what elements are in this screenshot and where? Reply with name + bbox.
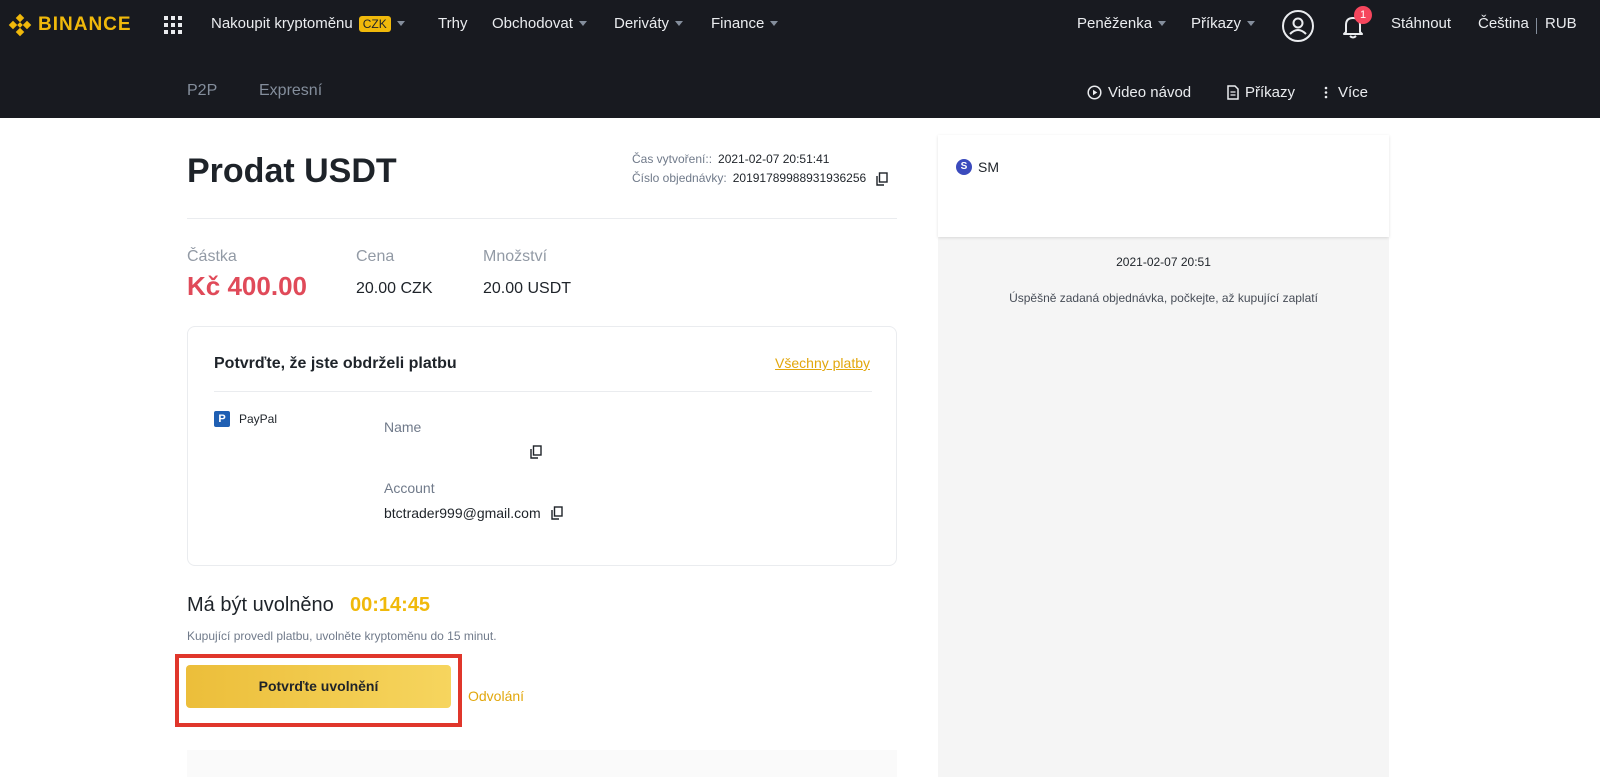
nav-derivatives[interactable]: Deriváty: [614, 15, 684, 32]
nav-wallet-label: Peněženka: [1077, 15, 1153, 32]
video-guide-label: Video návod: [1108, 84, 1192, 101]
bottom-section: [187, 750, 897, 777]
created-row: Čas vytvoření:: 2021-02-07 20:51:41: [632, 150, 888, 169]
more-menu[interactable]: Více: [1320, 84, 1368, 101]
nav-download-label: Stáhnout: [1391, 15, 1452, 32]
binance-logo-icon: [8, 13, 32, 37]
top-nav: BINANCE Nakoupit kryptoměnu CZK Trhy Obc…: [0, 0, 1600, 52]
nav-currency-label: RUB: [1545, 15, 1577, 32]
user-avatar-icon[interactable]: [1282, 10, 1314, 42]
nav-currency[interactable]: RUB: [1545, 15, 1577, 32]
chevron-down-icon: [770, 21, 779, 26]
name-label: Name: [384, 419, 422, 435]
nav-trade-label: Obchodovat: [492, 15, 573, 32]
account-value: btctrader999@gmail.com: [384, 505, 541, 521]
chevron-down-icon: [1247, 21, 1256, 26]
chevron-down-icon: [578, 21, 587, 26]
account-value-row: btctrader999@gmail.com: [384, 505, 563, 521]
notification-count-badge: 1: [1354, 6, 1372, 24]
chat-header: S SM: [938, 135, 1389, 237]
release-hint: Kupující provedl platbu, uvolněte krypto…: [187, 629, 497, 643]
orders-link-label: Příkazy: [1245, 84, 1296, 101]
amount-value: Kč 400.00: [187, 271, 307, 301]
nav-orders[interactable]: Příkazy: [1191, 15, 1256, 32]
created-label: Čas vytvoření::: [632, 152, 713, 166]
price-label: Cena: [356, 248, 395, 265]
nav-orders-label: Příkazy: [1191, 15, 1242, 32]
all-payments-link[interactable]: Všechny platby: [775, 355, 870, 371]
order-number-label: Číslo objednávky:: [632, 171, 727, 185]
payment-method-label: PayPal: [239, 412, 278, 426]
chat-timestamp: 2021-02-07 20:51: [1116, 255, 1211, 269]
more-menu-label: Více: [1338, 84, 1369, 101]
payment-card: Potvrďte, že jste obdrželi platbu Všechn…: [187, 326, 897, 566]
document-icon: [1227, 85, 1239, 100]
nav-buy-crypto-label: Nakoupit kryptoměnu: [211, 15, 353, 32]
chevron-down-icon: [396, 21, 405, 26]
tab-p2p[interactable]: P2P: [187, 82, 217, 100]
nav-language-label: Čeština: [1478, 15, 1529, 32]
nav-buy-crypto[interactable]: Nakoupit kryptoměnu CZK: [211, 15, 405, 32]
nav-wallet[interactable]: Peněženka: [1077, 15, 1167, 32]
payment-method[interactable]: P PayPal: [214, 411, 277, 427]
binance-logo[interactable]: BINANCE: [8, 12, 132, 38]
nav-markets-label: Trhy: [438, 15, 468, 32]
payment-title: Potvrďte, že jste obdrželi platbu: [214, 355, 457, 372]
countdown-timer: 00:14:45: [350, 594, 431, 616]
nav-derivatives-label: Deriváty: [614, 15, 670, 32]
price-value: 20.00 CZK: [356, 280, 433, 297]
tab-express[interactable]: Expresní: [259, 82, 322, 100]
chevron-down-icon: [675, 21, 684, 26]
nav-separator: [1536, 18, 1537, 34]
appeal-link[interactable]: Odvolání: [468, 688, 524, 704]
created-value: 2021-02-07 20:51:41: [718, 152, 830, 166]
confirm-release-button[interactable]: Potvrďte uvolnění: [186, 665, 451, 708]
sub-nav: P2P Expresní Video návod Příkazy Více: [0, 52, 1600, 118]
person-icon: [1289, 17, 1307, 35]
nav-download[interactable]: Stáhnout: [1391, 15, 1451, 32]
header-divider: [187, 218, 897, 219]
quantity-label: Množství: [483, 248, 548, 265]
copy-icon[interactable]: [550, 506, 563, 520]
orders-link[interactable]: Příkazy: [1227, 84, 1295, 101]
amount-label: Částka: [187, 248, 237, 265]
account-label: Account: [384, 480, 435, 496]
copy-icon[interactable]: [875, 172, 888, 186]
brand-name: BINANCE: [38, 14, 132, 35]
apps-grid-icon[interactable]: [164, 16, 182, 34]
video-guide-link[interactable]: Video návod: [1087, 84, 1191, 101]
order-meta: Čas vytvoření:: 2021-02-07 20:51:41 Číslo…: [632, 150, 888, 188]
play-circle-icon: [1087, 85, 1102, 100]
chevron-down-icon: [1158, 21, 1167, 26]
quantity-value: 20.00 USDT: [483, 280, 572, 297]
nav-language[interactable]: Čeština: [1478, 15, 1529, 32]
nav-trade[interactable]: Obchodovat: [492, 15, 587, 32]
user-initial-icon: S: [956, 159, 972, 175]
nav-finance[interactable]: Finance: [711, 15, 779, 32]
copy-icon[interactable]: [530, 445, 542, 459]
nav-markets[interactable]: Trhy: [438, 15, 467, 32]
paypal-icon: P: [214, 411, 230, 427]
page-title: Prodat USDT: [187, 152, 397, 190]
more-vertical-icon: [1324, 86, 1328, 99]
release-label: Má být uvolněno: [187, 594, 334, 616]
nav-finance-label: Finance: [711, 15, 765, 32]
chat-system-message: Úspěšně zadaná objednávka, počkejte, až …: [1009, 291, 1318, 305]
currency-badge: CZK: [358, 15, 391, 32]
chat-panel: S SM 2021-02-07 20:51 Úspěšně zadaná obj…: [938, 135, 1389, 777]
order-number-row: Číslo objednávky: 20191789988931936256: [632, 169, 888, 188]
payment-divider: [214, 391, 872, 392]
counterparty-name[interactable]: SM: [978, 159, 999, 175]
order-number-value: 20191789988931936256: [732, 171, 867, 185]
